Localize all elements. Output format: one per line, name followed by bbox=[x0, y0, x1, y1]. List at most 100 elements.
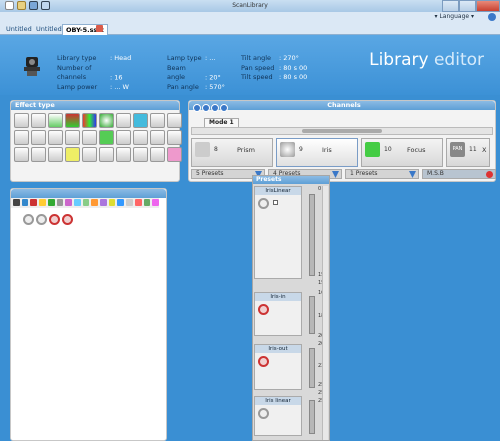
color-swatch-10[interactable] bbox=[91, 199, 99, 206]
gobo-effect-icon[interactable] bbox=[116, 113, 131, 128]
color-effect-icon[interactable] bbox=[48, 113, 63, 128]
frost-effect-icon[interactable] bbox=[65, 130, 80, 145]
tab-untitled-1[interactable]: Untitled bbox=[3, 24, 35, 35]
color-swatch-1[interactable] bbox=[13, 199, 20, 206]
color-swatch-9[interactable] bbox=[82, 199, 90, 206]
remove-icon[interactable] bbox=[486, 171, 493, 178]
gobo-wheel-icon[interactable] bbox=[167, 113, 182, 128]
window-titlebar: ScanLibrary bbox=[0, 0, 500, 12]
reset-effect-icon[interactable] bbox=[167, 130, 182, 145]
color-swatch-5[interactable] bbox=[47, 199, 55, 206]
paste-channel-icon[interactable] bbox=[220, 104, 228, 112]
macro-effect-icon[interactable] bbox=[31, 147, 46, 162]
lens-effect-icon[interactable] bbox=[48, 147, 63, 162]
info-col-2: Lamp type: ... Beam angle: 20° Pan angle… bbox=[167, 54, 225, 91]
color-swatch-7[interactable] bbox=[65, 199, 72, 206]
wheel-slot-1[interactable] bbox=[23, 214, 34, 225]
wheel-slot-3[interactable] bbox=[49, 214, 60, 225]
prism-effect-icon[interactable] bbox=[133, 130, 148, 145]
range-slider-3[interactable] bbox=[309, 348, 315, 388]
channel-scrollbar[interactable] bbox=[191, 127, 493, 135]
unknown-effect-icon[interactable] bbox=[14, 113, 29, 128]
scroll-thumb[interactable] bbox=[302, 129, 382, 133]
add-channel-icon[interactable] bbox=[193, 104, 201, 112]
strobe-effect-icon[interactable] bbox=[48, 130, 63, 145]
channel-10-presets[interactable]: 1 Presets bbox=[345, 169, 419, 179]
wheel-slot-2[interactable] bbox=[36, 214, 47, 225]
color-swatch-15[interactable] bbox=[134, 199, 142, 206]
focus-effect-icon[interactable] bbox=[99, 130, 114, 145]
preset-iris-linear[interactable]: IrisLinear bbox=[254, 186, 302, 279]
tab-untitled-2[interactable]: Untitled bbox=[33, 24, 65, 35]
color-wheel-effect-icon[interactable] bbox=[99, 113, 114, 128]
remove-channel-icon[interactable] bbox=[202, 104, 210, 112]
window-buttons bbox=[442, 0, 500, 12]
wheel-slot-4[interactable] bbox=[62, 214, 73, 225]
iris-preset-icon bbox=[258, 198, 269, 209]
blank-effect-icon-2[interactable] bbox=[99, 147, 114, 162]
iris-effect-icon[interactable] bbox=[82, 130, 97, 145]
bulb-effect-icon[interactable] bbox=[65, 147, 80, 162]
color-swatch-16[interactable] bbox=[143, 199, 151, 206]
blank-effect-icon-3[interactable] bbox=[116, 147, 131, 162]
color-swatch-11[interactable] bbox=[100, 199, 107, 206]
range-slider-4[interactable] bbox=[309, 400, 315, 434]
dimmer-effect-icon[interactable] bbox=[14, 130, 29, 145]
zoom-effect-icon[interactable] bbox=[116, 130, 131, 145]
extra-effect-icon[interactable] bbox=[150, 147, 165, 162]
channel-11[interactable]: PAN 11 X bbox=[446, 138, 490, 167]
color-swatch-17[interactable] bbox=[152, 199, 159, 206]
shutter-effect-icon[interactable] bbox=[31, 130, 46, 145]
color-swatch-2[interactable] bbox=[21, 199, 29, 206]
wheel-slots bbox=[23, 214, 73, 225]
channel-9[interactable]: 9 Iris bbox=[276, 138, 358, 167]
effect-grid bbox=[14, 113, 182, 162]
wheel-panel bbox=[10, 188, 167, 441]
channel-8[interactable]: 8 Prism bbox=[191, 138, 273, 167]
info-col-3: Tilt angle: 270° Pan speed: 80 s 00 Tilt… bbox=[241, 54, 308, 81]
range-slider-1[interactable] bbox=[309, 194, 315, 276]
channel-presets-row: 5 Presets 4 Presets 1 Presets M.S.B bbox=[191, 169, 496, 179]
color-swatch-3[interactable] bbox=[30, 199, 38, 206]
close-button[interactable] bbox=[476, 0, 500, 12]
presets-dropdown-icon[interactable] bbox=[409, 171, 416, 178]
app-title: ScanLibrary bbox=[232, 2, 268, 9]
lamp-effect-icon[interactable] bbox=[150, 130, 165, 145]
presets-dropdown-icon[interactable] bbox=[332, 171, 339, 178]
presets-scrollbar[interactable] bbox=[322, 186, 328, 440]
gobo-rotation-icon[interactable] bbox=[150, 113, 165, 128]
color-swatch-13[interactable] bbox=[117, 199, 125, 206]
channel-toolbar bbox=[193, 104, 228, 112]
speed-effect-icon[interactable] bbox=[14, 147, 29, 162]
color-mix-effect-icon[interactable] bbox=[65, 113, 80, 128]
color-toolbar bbox=[11, 198, 159, 208]
color-swatch-8[interactable] bbox=[73, 199, 81, 206]
pencil-effect-icon[interactable] bbox=[167, 147, 182, 162]
language-menu[interactable]: ▾ Language ▾ bbox=[435, 13, 474, 20]
color-swatch-14[interactable] bbox=[126, 199, 133, 206]
pan-tilt-effect-icon[interactable] bbox=[31, 113, 46, 128]
color-swatch-4[interactable] bbox=[39, 199, 46, 206]
preset-iris-out[interactable]: Iris-out bbox=[254, 344, 302, 390]
rgb-effect-icon[interactable] bbox=[82, 113, 97, 128]
preset-iris-linear-2[interactable]: Iris linear bbox=[254, 396, 302, 436]
blank-effect-icon[interactable] bbox=[82, 147, 97, 162]
tab-mode-1[interactable]: Mode 1 bbox=[204, 118, 239, 127]
range-slider-2[interactable] bbox=[309, 296, 315, 334]
close-tab-icon[interactable] bbox=[96, 25, 103, 32]
halo-effect-icon[interactable] bbox=[133, 147, 148, 162]
copy-channel-icon[interactable] bbox=[211, 104, 219, 112]
preset-iris-in[interactable]: Iris-in bbox=[254, 292, 302, 336]
color-swatch-12[interactable] bbox=[108, 199, 116, 206]
help-icon[interactable] bbox=[488, 13, 496, 21]
channel-11-msb[interactable]: M.S.B bbox=[422, 169, 496, 179]
minimize-button[interactable] bbox=[442, 0, 459, 12]
cyan-effect-icon[interactable] bbox=[133, 113, 148, 128]
channel-10[interactable]: 10 Focus bbox=[361, 138, 443, 167]
preset-checkbox[interactable] bbox=[273, 200, 278, 205]
info-col-1: Library type: Head Number of channels: 1… bbox=[57, 54, 132, 91]
channels-title: Channels bbox=[189, 101, 495, 110]
color-swatch-6[interactable] bbox=[56, 199, 64, 206]
language-label: Language bbox=[439, 13, 470, 20]
maximize-button[interactable] bbox=[459, 0, 476, 12]
